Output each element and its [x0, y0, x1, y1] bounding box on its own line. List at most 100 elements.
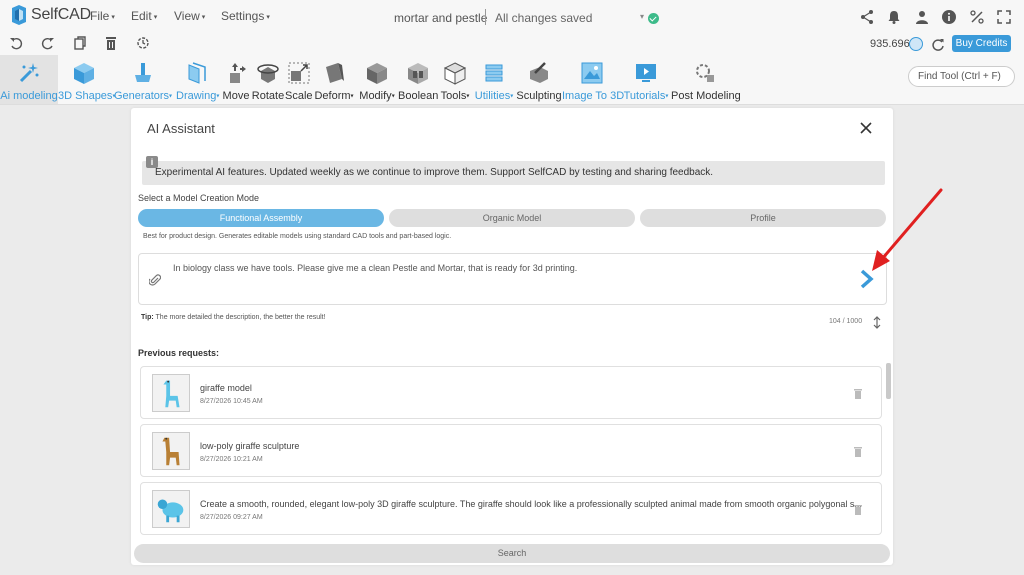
- request-date: 8/27/2026 09:27 AM: [200, 514, 263, 521]
- history-icon[interactable]: [136, 35, 150, 51]
- document-title[interactable]: mortar and pestle: [394, 11, 487, 25]
- prompt-textarea[interactable]: In biology class we have tools. Please g…: [138, 253, 887, 305]
- tool-image-to-3d[interactable]: Image To 3D: [562, 55, 625, 104]
- mode-profile[interactable]: Profile: [640, 209, 886, 227]
- tool-label: Deform▾: [314, 90, 354, 102]
- credits-coin-icon: [909, 37, 923, 51]
- tool-post-modeling[interactable]: Post Modeling: [671, 55, 741, 104]
- request-title: Create a smooth, rounded, elegant low-po…: [200, 499, 862, 509]
- tool-tools[interactable]: Tools▾: [438, 55, 472, 104]
- giraffe-blue-icon: [152, 374, 190, 412]
- find-tool-input[interactable]: Find Tool (Ctrl + F): [908, 66, 1015, 87]
- tip-text: Tip: The more detailed the description, …: [141, 314, 326, 321]
- mode-functional-assembly[interactable]: Functional Assembly: [138, 209, 384, 227]
- request-item[interactable]: Create a smooth, rounded, elegant low-po…: [140, 482, 882, 535]
- drawing-icon: [188, 62, 206, 84]
- tool-scale[interactable]: Scale: [285, 55, 313, 104]
- app-name: SelfCAD: [31, 6, 91, 23]
- ai-modeling-icon: [19, 63, 39, 83]
- tool-label: Generators▾: [114, 90, 173, 102]
- mode-organic-model[interactable]: Organic Model: [389, 209, 635, 227]
- tool-label: Modify▾: [359, 90, 395, 102]
- share-icon[interactable]: [859, 9, 875, 25]
- tool-rotate[interactable]: Rotate: [251, 55, 285, 104]
- tool-label: Rotate: [251, 90, 285, 102]
- deform-icon: [326, 63, 344, 83]
- caret-down-icon: ▾: [111, 13, 115, 21]
- caret-down-icon: ▾: [153, 13, 158, 21]
- tool-label: Boolean: [398, 90, 439, 102]
- status-caret-icon[interactable]: ▾: [640, 12, 644, 21]
- scrollbar[interactable]: [886, 363, 891, 399]
- rotate-icon: [257, 64, 279, 83]
- fullscreen-icon[interactable]: [996, 9, 1012, 25]
- tool-boolean[interactable]: Boolean: [398, 55, 438, 104]
- tool-move[interactable]: Move: [221, 55, 251, 104]
- modify-icon: [367, 63, 387, 84]
- trash-icon[interactable]: [854, 447, 862, 457]
- giraffe-brown-icon: [152, 432, 190, 470]
- mode-description: Best for product design. Generates edita…: [143, 233, 452, 240]
- menu-settings[interactable]: Settings ▾: [221, 9, 270, 23]
- bell-icon[interactable]: [886, 9, 902, 25]
- character-counter: 104 / 1000: [829, 318, 863, 325]
- info-icon[interactable]: [941, 9, 957, 25]
- mode-label: Select a Model Creation Mode: [138, 193, 260, 203]
- request-item[interactable]: giraffe model 8/27/2026 10:45 AM: [140, 366, 882, 419]
- request-item[interactable]: low-poly giraffe sculpture 8/27/2026 10:…: [140, 424, 882, 477]
- cube-icon: [74, 63, 94, 84]
- tool-3d-shapes[interactable]: 3D Shapes▾: [58, 55, 116, 104]
- close-icon[interactable]: [858, 120, 874, 136]
- user-icon[interactable]: [914, 9, 930, 25]
- tool-label: 3D Shapes▾: [58, 90, 116, 102]
- post-modeling-icon: [696, 64, 714, 82]
- tool-label: Drawing▾: [176, 90, 220, 102]
- redo-icon[interactable]: [41, 35, 55, 51]
- undo-icon[interactable]: [9, 35, 23, 51]
- tool-sculpting[interactable]: Sculpting: [516, 55, 562, 104]
- tool-modify[interactable]: Modify▾: [356, 55, 398, 104]
- tool-label: Tutorials▾: [623, 90, 669, 102]
- trash-icon[interactable]: [854, 505, 862, 515]
- credits-balance: 935.696: [870, 38, 910, 50]
- delete-icon[interactable]: [104, 35, 118, 51]
- utilities-icon: [485, 64, 503, 82]
- tool-drawing[interactable]: Drawing▾: [176, 55, 220, 104]
- menu-settings-label: Settings: [221, 9, 265, 23]
- request-date: 8/27/2026 10:21 AM: [200, 456, 263, 463]
- prompt-text: In biology class we have tools. Please g…: [173, 263, 578, 273]
- trash-icon[interactable]: [854, 389, 862, 399]
- notice-text: Experimental AI features. Updated weekly…: [155, 167, 714, 178]
- annotation-arrow-icon: [872, 188, 943, 271]
- dialog-title: AI Assistant: [147, 121, 215, 136]
- units-icon[interactable]: [969, 9, 985, 25]
- sculpting-icon: [530, 62, 548, 83]
- tool-deform[interactable]: Deform▾: [312, 55, 356, 104]
- tool-tutorials[interactable]: Tutorials▾: [622, 55, 670, 104]
- image-to-3d-icon: [581, 62, 603, 84]
- tool-label: Image To 3D: [562, 90, 625, 102]
- paperclip-icon[interactable]: [149, 273, 161, 287]
- menu-file[interactable]: File ▾: [90, 9, 115, 23]
- previous-requests-label: Previous requests:: [138, 348, 220, 358]
- search-button[interactable]: Search: [134, 544, 890, 563]
- move-icon: [230, 63, 246, 83]
- buy-credits-button[interactable]: Buy Credits: [952, 35, 1011, 52]
- tool-utilities[interactable]: Utilities▾: [472, 55, 516, 104]
- menu-view[interactable]: View ▾: [174, 9, 205, 23]
- selfcad-logo-icon: [12, 5, 26, 25]
- ai-assistant-dialog: AI Assistant i Experimental AI features.…: [131, 108, 893, 565]
- tool-label: Sculpting: [516, 90, 562, 102]
- copy-icon[interactable]: [73, 35, 87, 51]
- save-status: All changes saved: [495, 11, 593, 25]
- tools-icon: [443, 62, 467, 85]
- tool-ai-modeling[interactable]: Ai modeling: [0, 55, 58, 104]
- refresh-credits-icon[interactable]: [931, 37, 945, 51]
- expand-vertical-icon[interactable]: [872, 316, 882, 329]
- request-title: giraffe model: [200, 383, 252, 393]
- caret-down-icon: ▾: [266, 13, 270, 21]
- tool-generators[interactable]: Generators▾: [114, 55, 172, 104]
- scale-icon: [288, 62, 309, 84]
- selfcad-logo[interactable]: SelfCAD: [10, 5, 91, 25]
- menu-edit[interactable]: Edit ▾: [131, 9, 157, 23]
